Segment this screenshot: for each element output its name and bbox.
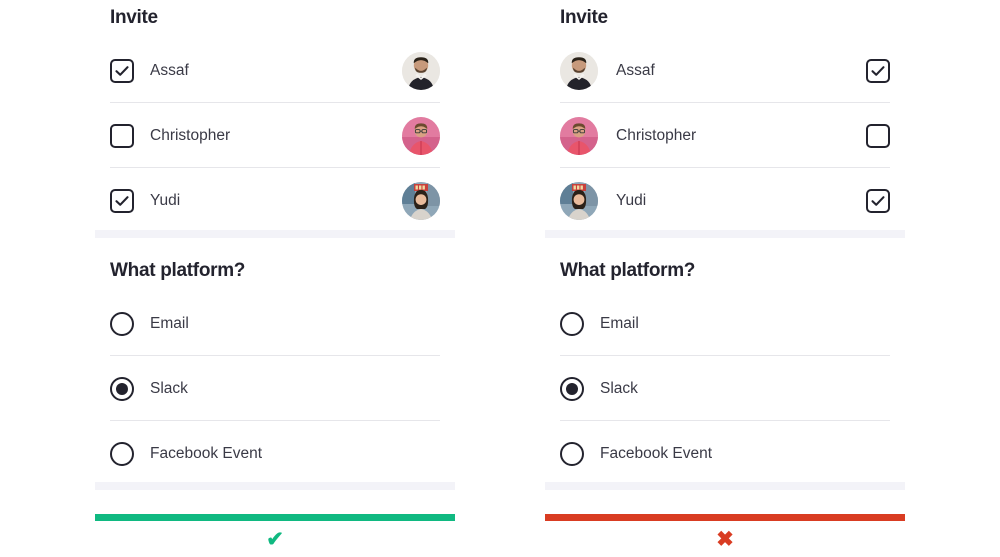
platform-radio-slack[interactable]	[110, 376, 134, 401]
invite-name-label: Yudi	[616, 191, 647, 209]
invite-checkbox-yudi[interactable]	[866, 188, 890, 213]
invite-name-label: Assaf	[616, 61, 655, 79]
check-mark-icon	[871, 194, 885, 208]
invite-checkbox-assaf[interactable]	[866, 58, 890, 83]
platform-option-label: Slack	[600, 379, 638, 397]
platform-row-slack[interactable]: Slack	[560, 356, 890, 421]
platform-option-label: Slack	[150, 379, 188, 397]
platform-radio-slack[interactable]	[560, 376, 584, 401]
platform-row-facebook-event[interactable]: Facebook Event	[110, 421, 440, 486]
invite-row-assaf[interactable]: Assaf	[560, 38, 890, 103]
invite-name-label: Yudi	[150, 191, 181, 209]
platform-option-label: Email	[600, 314, 639, 332]
platform-section-title: What platform?	[110, 260, 246, 281]
invite-row-yudi[interactable]: Yudi	[110, 168, 440, 233]
platform-radio-facebook-event[interactable]	[110, 441, 134, 466]
platform-option-label: Facebook Event	[150, 444, 263, 462]
platform-row-slack[interactable]: Slack	[110, 356, 440, 421]
section-separator-band	[95, 230, 455, 238]
invite-name-label: Assaf	[150, 61, 189, 79]
invite-section-title: Invite	[560, 7, 608, 28]
invite-checkbox-christopher[interactable]	[866, 123, 890, 148]
invite-row-assaf[interactable]: Assaf	[110, 38, 440, 103]
bottom-separator-band	[545, 482, 905, 490]
avatar-assaf	[402, 51, 440, 90]
invite-name-label: Christopher	[150, 126, 231, 144]
bottom-separator-band	[95, 482, 455, 490]
invite-checkbox-yudi[interactable]	[110, 188, 134, 213]
platform-row-facebook-event[interactable]: Facebook Event	[560, 421, 890, 486]
platform-radio-email[interactable]	[110, 311, 134, 336]
section-separator-band	[545, 230, 905, 238]
avatar-assaf	[560, 51, 598, 90]
platform-option-label: Facebook Event	[600, 444, 713, 462]
panel-approved: Invite Assaf Christopher Yudi What platf…	[95, 0, 455, 557]
invite-section-title: Invite	[110, 7, 158, 28]
invite-checkbox-christopher[interactable]	[110, 123, 134, 148]
check-mark-icon: ✔	[266, 528, 284, 551]
cross-mark-icon: ✖	[716, 528, 734, 551]
invite-row-christopher[interactable]: Christopher	[110, 103, 440, 168]
radio-dot-icon	[116, 382, 128, 395]
invite-name-label: Christopher	[616, 126, 697, 144]
avatar-yudi	[560, 181, 598, 220]
invite-checkbox-assaf[interactable]	[110, 58, 134, 83]
platform-option-label: Email	[150, 314, 189, 332]
radio-dot-icon	[566, 382, 578, 395]
invite-row-christopher[interactable]: Christopher	[560, 103, 890, 168]
avatar-christopher	[560, 116, 598, 155]
verdict-bar-rejected	[545, 514, 905, 521]
comparison-stage: Invite Assaf Christopher Yudi What platf…	[0, 0, 1000, 557]
check-mark-icon	[871, 64, 885, 78]
platform-row-email[interactable]: Email	[560, 291, 890, 356]
check-mark-icon	[115, 194, 129, 208]
platform-radio-facebook-event[interactable]	[560, 441, 584, 466]
verdict-bar-approved	[95, 514, 455, 521]
avatar-yudi	[402, 181, 440, 220]
panel-rejected: Invite Assaf Christopher Yudi What platf…	[545, 0, 905, 557]
platform-section-title: What platform?	[560, 260, 696, 281]
invite-row-yudi[interactable]: Yudi	[560, 168, 890, 233]
check-mark-icon	[115, 64, 129, 78]
platform-row-email[interactable]: Email	[110, 291, 440, 356]
platform-radio-email[interactable]	[560, 311, 584, 336]
avatar-christopher	[402, 116, 440, 155]
